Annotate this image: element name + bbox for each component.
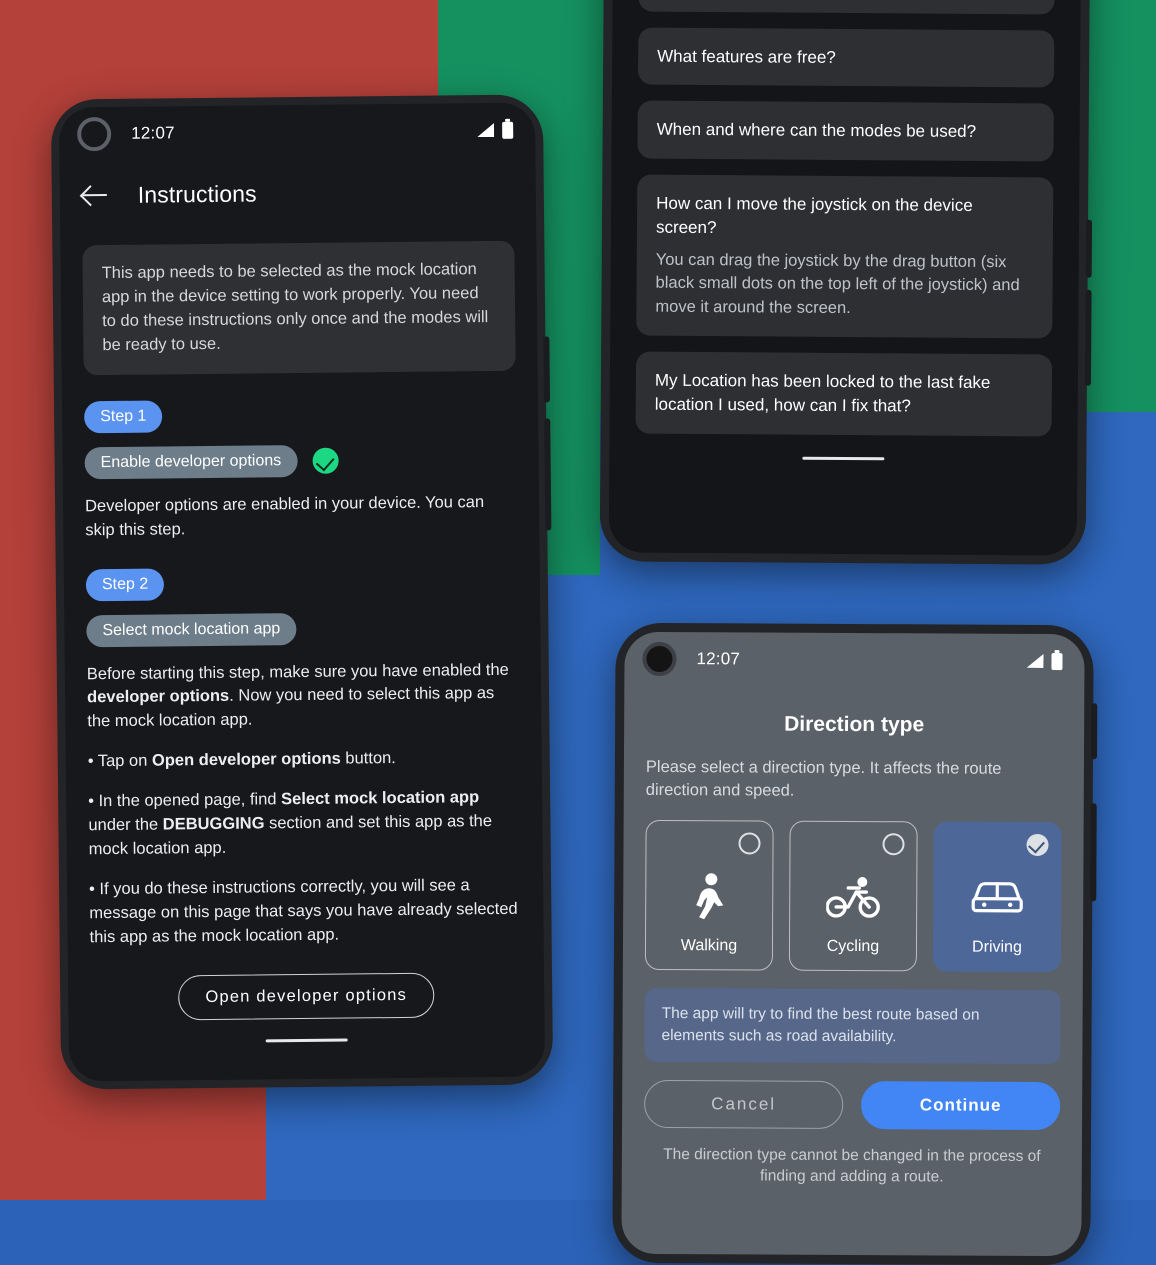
status-time: 12:07 <box>131 123 175 143</box>
cancel-button[interactable]: Cancel <box>644 1079 844 1129</box>
faq-item-expanded[interactable]: How can I move the joystick on the devic… <box>636 174 1054 339</box>
open-developer-options-button[interactable]: Open developer options <box>178 972 435 1021</box>
phone-instructions: 12:07 Instructions This app needs to be … <box>50 94 554 1090</box>
phone-screen: 12:07 Direction type Please select a dir… <box>621 631 1085 1257</box>
intro-text: This app needs to be selected as the moc… <box>101 260 489 354</box>
volume-button[interactable] <box>544 418 552 531</box>
phone-direction-type: 12:07 Direction type Please select a dir… <box>612 622 1098 1265</box>
phone-screen: How can I see a saved location or route … <box>608 0 1082 556</box>
intro-card: This app needs to be selected as the moc… <box>82 240 516 375</box>
back-arrow-icon[interactable] <box>80 180 110 210</box>
check-circle-icon <box>312 447 339 474</box>
dialog-actions: Cancel Continue <box>644 1079 1061 1130</box>
battery-icon <box>502 121 514 139</box>
faq-answer: You can drag the joystick by the drag bu… <box>655 250 1020 317</box>
option-label: Walking <box>680 937 738 955</box>
radio-selected-check-icon[interactable] <box>1026 834 1049 857</box>
option-driving[interactable]: Driving <box>932 821 1062 973</box>
step-1-body: Developer options are enabled in your de… <box>84 492 485 539</box>
faq-question: My Location has been locked to the last … <box>654 370 991 416</box>
signal-icon <box>477 123 494 137</box>
bullet-2-bold-1: Select mock location app <box>281 788 480 809</box>
faq-list: How can I see a saved location or route … <box>610 0 1082 437</box>
bullet-1-bold: Open developer options <box>151 749 341 770</box>
volume-button[interactable] <box>1084 289 1092 386</box>
volume-button[interactable] <box>1090 803 1097 902</box>
dialog-subtitle: Please select a direction type. It affec… <box>645 757 1002 800</box>
home-indicator[interactable] <box>802 456 885 461</box>
continue-button[interactable]: Continue <box>861 1080 1061 1130</box>
camera-punch-hole-icon <box>77 116 112 152</box>
option-label: Driving <box>972 938 1022 957</box>
page-title: Instructions <box>137 179 257 208</box>
status-bar: 12:07 <box>624 632 1084 688</box>
phone-faq: How can I see a saved location or route … <box>599 0 1093 565</box>
route-note-box: The app will try to find the best route … <box>644 988 1061 1064</box>
option-walking[interactable]: Walking <box>644 820 774 971</box>
direction-type-dialog: Direction type Please select a direction… <box>622 712 1084 1189</box>
power-button[interactable] <box>543 336 551 403</box>
step-2-bullet-3: • If you do these instructions correctly… <box>89 876 518 947</box>
instructions-scroll-area[interactable]: This app needs to be selected as the moc… <box>60 240 544 1045</box>
faq-item[interactable]: What features are free? <box>637 27 1055 88</box>
step-2-bullet-1: • Tap on Open developer options button. <box>88 746 520 774</box>
step-2-row: Select mock location app <box>86 596 518 647</box>
radio-unselected-icon[interactable] <box>882 833 905 856</box>
faq-question: What features are free? <box>657 46 836 67</box>
step-2-bullet-2: • In the opened page, find Select mock l… <box>88 786 521 862</box>
step-2-intro: Before starting this step, make sure you… <box>87 658 520 734</box>
status-icons <box>1026 652 1063 670</box>
route-note-text: The app will try to find the best route … <box>661 1005 980 1046</box>
car-icon <box>969 871 1025 927</box>
camera-punch-hole-icon <box>642 641 677 677</box>
faq-item[interactable]: How can I see a saved location or route … <box>638 0 1056 15</box>
dialog-footer-note: The direction type cannot be changed in … <box>663 1145 1041 1186</box>
faq-question: How can I move the joystick on the devic… <box>655 193 973 238</box>
faq-question: When and where can the modes be used? <box>656 120 977 142</box>
home-indicator[interactable] <box>265 1038 348 1043</box>
phone-screen: 12:07 Instructions This app needs to be … <box>58 102 546 1082</box>
signal-icon <box>1026 654 1043 668</box>
step-2-intro-a: Before starting this step, make sure you… <box>86 660 509 683</box>
faq-item[interactable]: When and where can the modes be used? <box>637 100 1054 162</box>
option-cycling[interactable]: Cycling <box>788 820 918 972</box>
radio-unselected-icon[interactable] <box>738 832 761 855</box>
faq-item[interactable]: My Location has been locked to the last … <box>635 351 1053 437</box>
battery-icon <box>1051 652 1063 670</box>
option-label: Cycling <box>826 938 880 956</box>
bullet-1-c: button. <box>340 749 396 768</box>
bullet-2-bold-2: DEBUGGING <box>162 814 265 834</box>
step-1-row: Enable developer options <box>84 428 516 479</box>
step-2-intro-bold: developer options <box>87 687 230 707</box>
direction-options: Walking Cycling Driving <box>644 820 1062 973</box>
bullet-2-c: under the <box>88 815 163 835</box>
app-bar: Instructions <box>59 157 536 224</box>
bullet-2-a: • In the opened page, find <box>88 790 282 811</box>
step-2-chip: Select mock location app <box>86 612 297 647</box>
bullet-1-a: • Tap on <box>87 751 153 771</box>
status-icons <box>477 121 514 139</box>
status-time: 12:07 <box>696 649 741 669</box>
cycling-icon <box>826 870 880 926</box>
step-1-chip: Enable developer options <box>84 444 298 479</box>
step-2-badge: Step 2 <box>85 567 165 601</box>
power-button[interactable] <box>1085 219 1093 278</box>
step-1-badge: Step 1 <box>83 400 163 433</box>
dialog-title: Direction type <box>784 712 925 737</box>
status-bar: 12:07 <box>59 103 536 162</box>
walking-icon <box>687 869 731 925</box>
power-button[interactable] <box>1090 703 1098 760</box>
